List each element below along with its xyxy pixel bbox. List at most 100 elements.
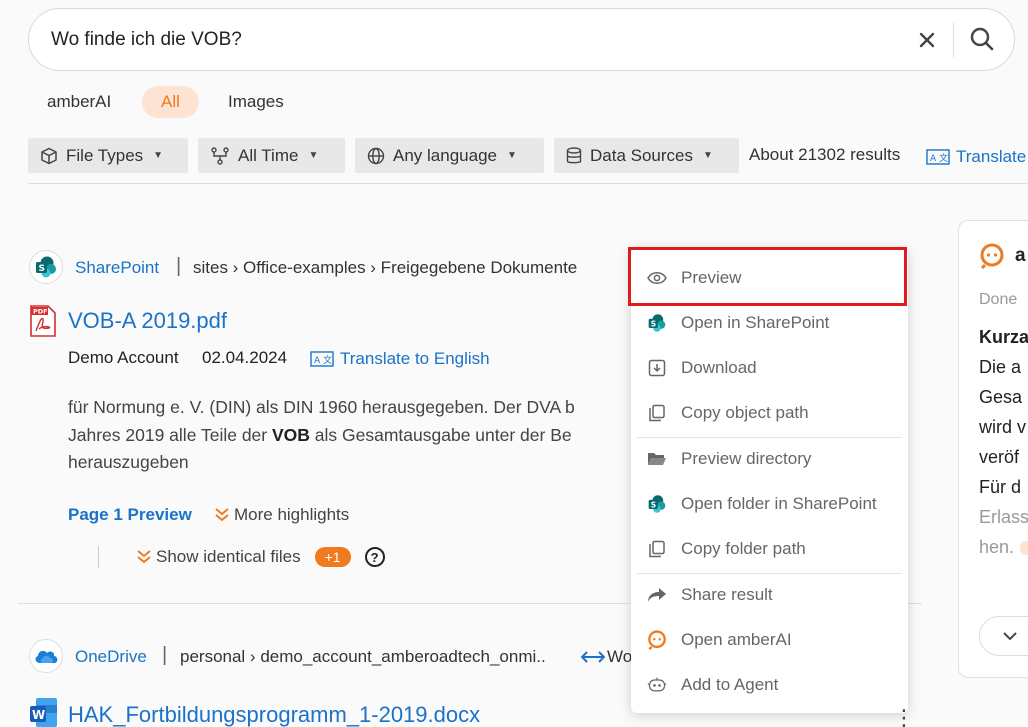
- menu-label: Share result: [681, 585, 773, 604]
- more-options-icon[interactable]: ⋮: [893, 705, 915, 727]
- source-separator: |: [176, 255, 182, 277]
- more-highlights-label: More highlights: [234, 505, 350, 524]
- search-divider: [953, 23, 954, 57]
- results-count: About 21302 results: [749, 145, 901, 164]
- citation-badge: [1020, 540, 1028, 555]
- sharepoint-icon: S: [648, 314, 666, 332]
- menu-item-download[interactable]: Download: [631, 348, 908, 388]
- menu-label: Open amberAI: [681, 630, 792, 649]
- data-sources-label: Data Sources: [590, 145, 693, 165]
- svg-text:S: S: [651, 500, 656, 509]
- menu-item-add-to-agent[interactable]: Add to Agent: [631, 665, 908, 705]
- tree-line: [98, 546, 99, 568]
- translate-label: Translate: [956, 147, 1027, 166]
- caret-down-icon: ▼: [153, 150, 164, 161]
- search-icon: [970, 27, 994, 51]
- tab-images[interactable]: Images: [209, 86, 303, 118]
- translate-icon: A文: [926, 149, 950, 165]
- result-snippet: für Normung e. V. (DIN) als DIN 1960 her…: [68, 394, 668, 477]
- pdf-icon: PDF: [30, 305, 56, 342]
- page-preview-link[interactable]: Page 1 Preview: [68, 505, 192, 525]
- onedrive-icon: [35, 650, 58, 663]
- sharepoint-icon: S: [36, 256, 56, 278]
- menu-item-open-sharepoint[interactable]: S Open in SharePoint: [631, 303, 908, 343]
- menu-item-copy-folder-path[interactable]: Copy folder path: [631, 529, 908, 569]
- identical-files-button[interactable]: Show identical files +1 ?: [136, 547, 385, 567]
- data-sources-filter[interactable]: Data Sources ▼: [554, 138, 739, 173]
- result-title[interactable]: HAK_Fortbildungsprogramm_1-2019.docx: [68, 702, 480, 727]
- cube-icon: [41, 147, 57, 164]
- ai-panel-header: a: [979, 243, 1026, 269]
- ai-text-line: Kurza: [979, 327, 1028, 347]
- amberai-panel: a Done Kurza Die a Gesa wird v veröf Für…: [958, 220, 1028, 678]
- result-title[interactable]: VOB-A 2019.pdf: [68, 308, 227, 334]
- double-chevron-down-icon: [137, 550, 151, 564]
- menu-label: Open folder in SharePoint: [681, 494, 877, 513]
- svg-text:文: 文: [939, 152, 948, 164]
- time-label: All Time: [238, 145, 299, 165]
- filter-divider: [28, 183, 1028, 184]
- sharepoint-logo: S: [29, 250, 63, 284]
- menu-label: Download: [681, 358, 757, 377]
- ai-text-line: Gesa: [979, 387, 1023, 407]
- identical-files-label: Show identical files: [156, 547, 301, 566]
- menu-separator: [637, 573, 902, 574]
- translate-link[interactable]: A文 Translate: [926, 147, 1026, 167]
- svg-text:W: W: [32, 708, 45, 722]
- amberai-icon: [648, 630, 666, 651]
- caret-down-icon: ▼: [703, 150, 713, 161]
- translate-result-link[interactable]: A文 Translate to English: [310, 349, 490, 369]
- snippet-line: Jahres 2019 alle Teile der VOB als Gesam…: [68, 422, 668, 450]
- close-icon: [919, 32, 935, 48]
- search-bar[interactable]: Wo finde ich die VOB?: [28, 8, 1015, 71]
- menu-item-copy-object-path[interactable]: Copy object path: [631, 393, 908, 433]
- svg-text:A: A: [930, 154, 937, 164]
- time-filter[interactable]: All Time ▼: [198, 138, 345, 173]
- tab-all[interactable]: All: [142, 86, 199, 118]
- translate-result-label: Translate to English: [340, 349, 490, 368]
- svg-text:S: S: [651, 319, 656, 328]
- svg-text:A: A: [314, 356, 321, 366]
- snippet-highlight: VOB: [271, 424, 310, 445]
- menu-label: Copy object path: [681, 403, 809, 422]
- menu-item-open-folder-sharepoint[interactable]: S Open folder in SharePoint: [631, 484, 908, 524]
- folder-open-icon: [648, 453, 666, 465]
- search-button[interactable]: [967, 24, 997, 54]
- chevron-down-icon: [1003, 632, 1017, 641]
- ai-text-line: veröf: [979, 447, 1020, 467]
- identical-count-badge: +1: [314, 547, 351, 567]
- source-name[interactable]: SharePoint: [75, 258, 159, 278]
- clear-search-button[interactable]: [914, 27, 940, 53]
- snippet-line: für Normung e. V. (DIN) als DIN 1960 her…: [68, 397, 575, 417]
- ai-text-line: Die a: [979, 357, 1022, 377]
- copy-icon: [649, 404, 665, 422]
- tab-amberai[interactable]: amberAI: [28, 86, 130, 118]
- hierarchy-icon: [211, 146, 229, 165]
- ai-text-line: Erlass: [979, 507, 1028, 527]
- translate-icon: A文: [310, 351, 334, 367]
- menu-item-share-result[interactable]: Share result: [631, 575, 908, 615]
- ai-text-line: Für d: [979, 477, 1022, 497]
- word-doc-icon: W: [30, 698, 58, 727]
- ai-panel-title: a: [1015, 245, 1026, 266]
- expand-panel-button[interactable]: [979, 616, 1028, 656]
- search-input[interactable]: Wo finde ich die VOB?: [51, 29, 242, 51]
- more-highlights-button[interactable]: More highlights: [214, 505, 349, 525]
- file-types-filter[interactable]: File Types ▼: [28, 138, 188, 173]
- source-name[interactable]: OneDrive: [75, 647, 147, 667]
- result-author: Demo Account: [68, 348, 179, 367]
- language-filter[interactable]: Any language ▼: [355, 138, 544, 173]
- robot-icon: [647, 677, 667, 692]
- path-link[interactable]: Wo: [581, 647, 632, 667]
- download-icon: [648, 359, 666, 377]
- menu-label: Preview directory: [681, 449, 812, 468]
- menu-separator: [637, 437, 902, 438]
- menu-item-preview-directory[interactable]: Preview directory: [631, 439, 908, 479]
- menu-item-preview[interactable]: Preview: [631, 258, 908, 298]
- svg-text:文: 文: [323, 354, 332, 366]
- snippet-line: herauszugeben: [68, 452, 189, 472]
- caret-down-icon: ▼: [506, 150, 517, 161]
- help-icon[interactable]: ?: [364, 547, 385, 567]
- menu-item-open-amberai[interactable]: Open amberAI: [631, 620, 908, 660]
- caret-down-icon: ▼: [308, 150, 319, 161]
